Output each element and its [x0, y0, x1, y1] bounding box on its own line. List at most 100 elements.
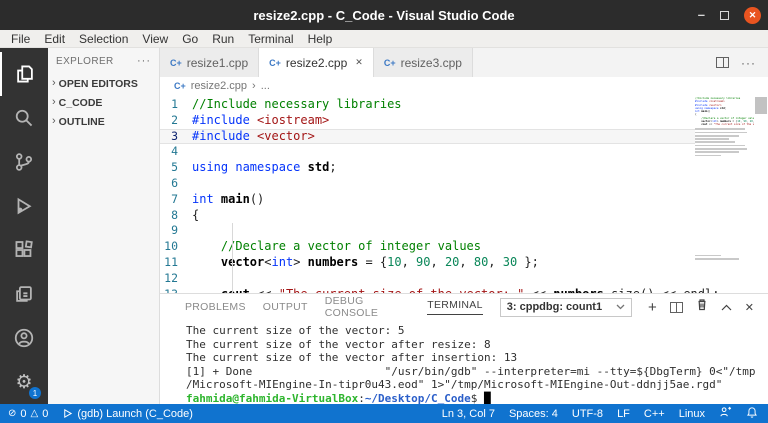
activity-bar: ⚙ 1 — [0, 48, 48, 404]
code-token: #include — [192, 128, 250, 143]
sidebar-more-actions-icon[interactable]: ··· — [137, 55, 151, 67]
notifications-bell-icon[interactable] — [746, 406, 758, 422]
line-number: 11 — [164, 254, 178, 269]
panel-header: PROBLEMS OUTPUT DEBUG CONSOLE TERMINAL 3: c… — [160, 294, 768, 319]
code-line-12[interactable]: 12 — [160, 271, 695, 287]
minimap[interactable]: //Include necessary libraries #include <i… — [695, 97, 754, 293]
kill-terminal-icon[interactable] — [696, 298, 708, 316]
code-line-10[interactable]: 10 //Declare a vector of integer values — [160, 239, 695, 255]
tab-close-icon[interactable]: ✕ — [355, 57, 363, 68]
chevron-down-icon — [616, 301, 625, 313]
tab-label: resize3.cpp — [400, 55, 462, 70]
line-content: #include <vector> — [192, 129, 315, 145]
breadcrumb-rest[interactable]: ... — [261, 80, 270, 92]
menu-item-view[interactable]: View — [135, 32, 175, 46]
maximize-panel-icon[interactable] — [721, 298, 732, 316]
code-line-11[interactable]: 11 vector<int> numbers = {10, 90, 20, 80… — [160, 255, 695, 271]
search-icon[interactable] — [0, 96, 48, 140]
minimize-icon[interactable]: – — [698, 8, 705, 21]
status-item-spaces-4[interactable]: Spaces: 4 — [509, 408, 558, 420]
menu-item-edit[interactable]: Edit — [37, 32, 72, 46]
breadcrumb-file[interactable]: resize2.cpp — [191, 80, 247, 92]
titlebar[interactable]: resize2.cpp - C_Code - Visual Studio Cod… — [0, 0, 768, 30]
status-item-ln-3-col-7[interactable]: Ln 3, Col 7 — [442, 408, 495, 420]
editor-tab-resize1-cpp[interactable]: C+ resize1.cpp — [160, 48, 260, 77]
editor-tab-bar: C+ resize1.cpp C+ resize2.cpp ✕ C+ resize3.cpp… — [160, 48, 768, 77]
line-number: 1 — [171, 97, 178, 111]
minimap-token: () — [707, 110, 711, 114]
settings-gear-icon[interactable]: ⚙ 1 — [0, 360, 48, 404]
breadcrumb[interactable]: C+ resize2.cpp › ... — [160, 77, 768, 95]
code-token: //Include necessary libraries — [192, 97, 402, 111]
editor-scrollbar[interactable] — [754, 95, 768, 293]
explorer-icon[interactable] — [0, 52, 48, 96]
terminal-output[interactable]: The current size of the vector: 5 The cur… — [160, 318, 768, 404]
menu-item-help[interactable]: Help — [301, 32, 340, 46]
code-token: << — [524, 287, 553, 293]
chevron-right-icon: › — [52, 76, 56, 89]
line-content: //Declare a vector of integer values — [192, 239, 481, 255]
terminal-line: The current size of the vector after res… — [186, 338, 768, 352]
menu-item-terminal[interactable]: Terminal — [241, 32, 300, 46]
code-line-5[interactable]: 5 using namespace std; — [160, 160, 695, 176]
editor-tab-resize3-cpp[interactable]: C+ resize3.cpp — [373, 48, 473, 77]
menu-item-go[interactable]: Go — [175, 32, 205, 46]
code-line-4[interactable]: 4 — [160, 144, 695, 160]
menu-item-file[interactable]: File — [4, 32, 37, 46]
status-item-lf[interactable]: LF — [617, 408, 630, 420]
line-number: 10 — [164, 239, 178, 254]
run-and-debug-icon[interactable] — [0, 184, 48, 228]
split-editor-icon[interactable] — [716, 57, 729, 68]
tab-label: resize2.cpp — [285, 55, 348, 70]
sidebar-section-c-code[interactable]: › C_CODE — [48, 93, 159, 112]
menu-item-run[interactable]: Run — [205, 32, 241, 46]
code-token: 80 — [473, 254, 489, 269]
settings-badge: 1 — [29, 387, 41, 399]
code-line-2[interactable]: 2 #include <iostream> — [160, 113, 695, 129]
panel-tab-terminal[interactable]: TERMINAL — [427, 299, 483, 315]
editor-tab-resize2-cpp[interactable]: C+ resize2.cpp ✕ — [259, 48, 374, 77]
terminal-selector-dropdown[interactable]: 3: cppdbg: count1 — [499, 297, 633, 317]
code-token: namespace — [235, 160, 301, 175]
maximize-icon[interactable] — [720, 10, 729, 20]
menu-item-selection[interactable]: Selection — [72, 32, 135, 46]
sidebar-section-open-editors[interactable]: › OPEN EDITORS — [48, 74, 159, 93]
account-icon[interactable] — [0, 316, 48, 360]
status-item-utf-8[interactable]: UTF-8 — [572, 408, 603, 420]
editor-actions: ··· — [716, 48, 768, 77]
code-line-9[interactable]: 9 — [160, 223, 695, 239]
code-line-6[interactable]: 6 — [160, 176, 695, 192]
status-bar: ⊘ 0 △ 0 (gdb) Launch (C_Code) Ln 3, Col … — [0, 404, 768, 423]
status-item-linux[interactable]: Linux — [679, 408, 705, 420]
code-token: { — [192, 207, 200, 222]
editor-more-actions-icon[interactable]: ··· — [741, 56, 756, 70]
line-number: 2 — [171, 112, 178, 127]
panel-tab-problems[interactable]: PROBLEMS — [185, 301, 246, 313]
close-icon[interactable]: ✕ — [744, 6, 761, 24]
code-line-3[interactable]: 3 #include <vector> — [160, 128, 695, 145]
code-line-7[interactable]: 7 int main() — [160, 192, 695, 208]
code-editor[interactable]: 1 //Include necessary libraries 2 #include … — [160, 95, 768, 293]
code-line-8[interactable]: 8{ — [160, 208, 695, 224]
remote-explorer-icon[interactable] — [0, 272, 48, 316]
panel-tab-output[interactable]: OUTPUT — [263, 301, 308, 313]
new-terminal-icon[interactable]: + — [648, 299, 657, 316]
cpp-file-icon: C+ — [383, 57, 396, 68]
sidebar-section-outline[interactable]: › OUTLINE — [48, 112, 159, 131]
scrollbar-thumb[interactable] — [755, 97, 767, 114]
close-panel-icon[interactable]: ✕ — [745, 301, 754, 314]
code-line-13[interactable]: 13 cout << "The current size of the vect… — [160, 287, 719, 293]
debug-launch-indicator[interactable]: (gdb) Launch (C_Code) — [62, 408, 193, 420]
feedback-icon[interactable] — [719, 406, 732, 421]
vscode-window: resize2.cpp - C_Code - Visual Studio Cod… — [0, 0, 768, 423]
status-item-c++[interactable]: C++ — [644, 408, 665, 420]
split-terminal-icon[interactable] — [669, 301, 683, 313]
code-line-1[interactable]: 1 //Include necessary libraries — [160, 97, 695, 113]
problems-indicator[interactable]: ⊘ 0 △ 0 — [8, 408, 48, 420]
extensions-icon[interactable] — [0, 228, 48, 272]
code-token: << — [250, 287, 279, 293]
panel-tab-debug-console[interactable]: DEBUG CONSOLE — [325, 295, 411, 319]
minimap-overflow — [695, 128, 754, 260]
source-control-icon[interactable] — [0, 140, 48, 184]
